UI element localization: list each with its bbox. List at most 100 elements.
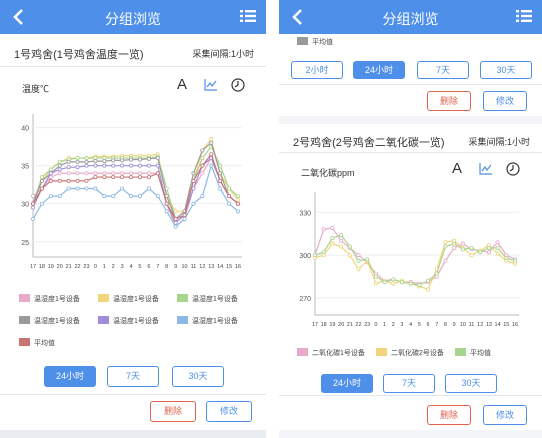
data-point <box>129 163 134 168</box>
data-point <box>191 178 196 183</box>
data-point <box>75 156 80 161</box>
data-point <box>365 257 370 262</box>
data-point <box>39 201 44 206</box>
data-point <box>235 197 240 202</box>
data-point <box>443 244 448 249</box>
data-point <box>469 253 474 258</box>
data-point <box>330 225 335 230</box>
data-point <box>191 171 196 176</box>
x-tick-label: 17 <box>312 322 318 328</box>
x-tick-label: 10 <box>181 264 187 270</box>
page-title: 分组浏览 <box>105 11 161 27</box>
delete-button[interactable]: 删除 <box>427 91 471 111</box>
app-bar: 分组浏览 <box>0 0 266 34</box>
divider <box>0 66 266 67</box>
range-button[interactable]: 24小时 <box>321 374 373 393</box>
data-point <box>209 152 214 157</box>
data-point <box>426 287 431 292</box>
data-point <box>155 156 160 161</box>
data-point <box>75 186 80 191</box>
data-point <box>227 186 232 191</box>
data-point <box>111 171 116 176</box>
data-point <box>191 201 196 206</box>
data-point <box>460 247 465 252</box>
edit-button[interactable]: 修改 <box>206 401 252 422</box>
x-tick-label: 5 <box>138 264 141 270</box>
data-point <box>200 148 205 153</box>
panel-gap <box>266 0 279 438</box>
data-point <box>235 194 240 199</box>
data-point <box>164 209 169 214</box>
x-tick-label: 18 <box>321 322 327 328</box>
clock-icon[interactable] <box>506 162 520 176</box>
x-tick-label: 7 <box>156 264 159 270</box>
font-size-icon[interactable]: A <box>177 76 187 93</box>
data-point <box>30 201 35 206</box>
data-point <box>93 171 98 176</box>
data-point <box>129 194 134 199</box>
data-point <box>235 201 240 206</box>
x-tick-label: 10 <box>460 322 466 328</box>
data-point <box>75 178 80 183</box>
data-point <box>57 194 62 199</box>
line-chart-icon[interactable] <box>204 79 218 91</box>
legend-swatch <box>177 316 188 324</box>
list-icon[interactable] <box>516 9 532 23</box>
data-point <box>486 245 491 250</box>
line-chart-icon[interactable] <box>479 163 493 175</box>
legend-swatch <box>19 294 30 302</box>
bottom-gap <box>0 430 266 438</box>
list-icon[interactable] <box>240 9 256 23</box>
data-point <box>137 157 142 162</box>
font-size-icon[interactable]: A <box>452 160 462 177</box>
data-point <box>218 163 223 168</box>
clock-icon[interactable] <box>231 78 245 92</box>
data-point <box>182 216 187 221</box>
data-point <box>129 171 134 176</box>
x-tick-label: 2 <box>392 322 395 328</box>
data-point <box>48 194 53 199</box>
data-point <box>391 277 396 282</box>
delete-button[interactable]: 删除 <box>427 405 471 425</box>
y-tick-label: 35 <box>21 164 29 171</box>
edit-button[interactable]: 修改 <box>483 91 527 111</box>
range-button[interactable]: 30天 <box>445 374 497 393</box>
legend-swatch <box>98 316 109 324</box>
x-tick-label: 9 <box>174 264 177 270</box>
data-point <box>93 186 98 191</box>
data-point <box>478 250 483 255</box>
x-tick-label: 6 <box>427 322 430 328</box>
range-button[interactable]: 7天 <box>383 374 435 393</box>
range-button[interactable]: 30天 <box>172 366 224 387</box>
range-button[interactable]: 7天 <box>107 366 159 387</box>
data-point <box>347 253 352 258</box>
range-button[interactable]: 30天 <box>480 61 532 79</box>
data-point <box>137 194 142 199</box>
app-bar: 分组浏览 <box>279 0 542 34</box>
temperature-chart: 2530354017 18 19 20 21 22 23 0 1 2 3 4 5 6 7 8 9 10 11 12 13… <box>21 114 242 270</box>
data-point <box>57 167 62 172</box>
left-screen: 分组浏览 1号鸡舍(1号鸡舍温度一览) 采集间隔:1小时 温度℃ A 25 30 3… <box>0 0 266 438</box>
data-point <box>399 280 404 285</box>
page-title: 分组浏览 <box>382 11 439 27</box>
range-button[interactable]: 24小时 <box>353 61 405 79</box>
data-point <box>137 171 142 176</box>
data-point <box>460 241 465 246</box>
data-point <box>495 245 500 250</box>
data-point <box>66 186 71 191</box>
range-button[interactable]: 2小时 <box>291 61 343 79</box>
delete-button[interactable]: 删除 <box>150 401 196 422</box>
range-button[interactable]: 24小时 <box>44 366 96 387</box>
range-button[interactable]: 7天 <box>417 61 469 79</box>
data-point <box>93 163 98 168</box>
data-point <box>200 171 205 176</box>
data-point <box>84 171 89 176</box>
edit-button[interactable]: 修改 <box>483 405 527 425</box>
data-point <box>93 175 98 180</box>
data-point <box>218 186 223 191</box>
x-tick-label: 3 <box>400 322 403 328</box>
x-tick-label: 1 <box>103 264 106 270</box>
data-point <box>39 175 44 180</box>
data-point <box>356 258 361 263</box>
interval-label: 采集间隔:1小时 <box>192 49 254 59</box>
